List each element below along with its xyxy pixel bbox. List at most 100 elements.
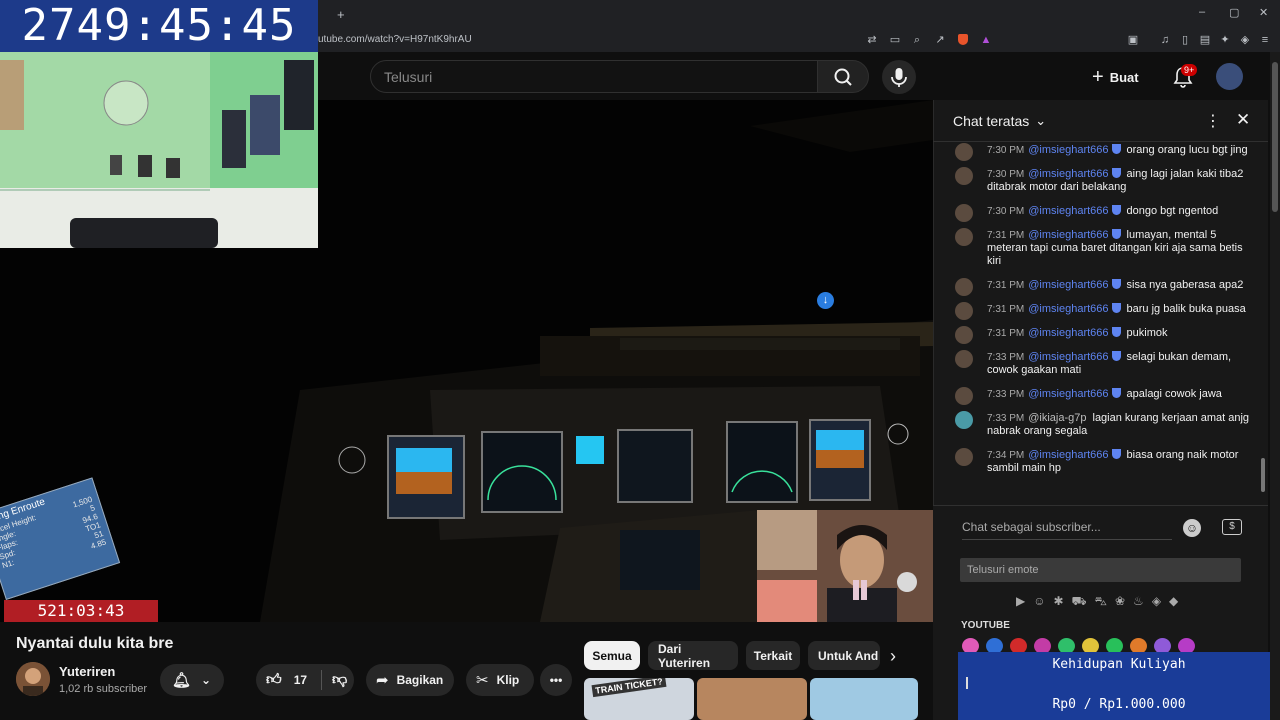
chip-all[interactable]: Semua bbox=[584, 641, 640, 670]
share-icon: ➦ bbox=[376, 672, 389, 689]
minimize-icon[interactable]: – bbox=[1199, 6, 1205, 18]
message-author[interactable]: @imsieghart666 bbox=[1028, 279, 1108, 291]
close-window-icon[interactable]: ✕ bbox=[1259, 6, 1268, 19]
search-placeholder: Telusuri bbox=[384, 69, 433, 85]
chip-for-you[interactable]: Untuk And bbox=[808, 641, 880, 670]
message-author[interactable]: @imsieghart666 bbox=[1028, 388, 1108, 400]
search-input[interactable] bbox=[370, 60, 818, 93]
subscriber-count: 1,02 rb subscriber bbox=[59, 683, 148, 695]
account-avatar[interactable] bbox=[1216, 63, 1243, 90]
scissors-icon: ✂ bbox=[476, 672, 489, 689]
chevron-right-icon[interactable]: › bbox=[890, 646, 896, 667]
donation-amount: Rp0 / Rp1.000.000 bbox=[1052, 697, 1186, 712]
url-field[interactable]: utube.com/watch?v=H97ntK9hrAU bbox=[318, 34, 472, 45]
share-page-icon[interactable]: ↗ bbox=[934, 34, 946, 46]
chat-scrollbar[interactable] bbox=[1260, 142, 1266, 504]
create-label: Buat bbox=[1109, 69, 1139, 85]
chat-avatar[interactable] bbox=[955, 387, 973, 405]
voice-search-button[interactable] bbox=[882, 60, 916, 94]
message-time: 7:34 PM bbox=[987, 450, 1025, 461]
message-author[interactable]: @imsieghart666 bbox=[1028, 229, 1108, 241]
message-author[interactable]: @imsieghart666 bbox=[1028, 327, 1108, 339]
thumbnail-2[interactable] bbox=[697, 678, 807, 720]
close-chat-icon[interactable]: ✕ bbox=[1236, 110, 1250, 130]
sidebar-icon[interactable]: ▯ bbox=[1179, 34, 1191, 46]
chip-related[interactable]: Terkait bbox=[746, 641, 800, 670]
verified-icon bbox=[1111, 144, 1121, 154]
menu-icon[interactable]: ≡ bbox=[1259, 34, 1271, 46]
message-author[interactable]: @imsieghart666 bbox=[1028, 168, 1108, 180]
channel-name[interactable]: Yuteriren bbox=[59, 664, 115, 679]
new-tab-button[interactable]: + bbox=[337, 7, 345, 22]
chat-avatar[interactable] bbox=[955, 350, 973, 368]
share-button[interactable]: ➦ Bagikan bbox=[366, 664, 454, 696]
message-author[interactable]: @ikiaja-g7p bbox=[1028, 412, 1086, 424]
message-time: 7:33 PM bbox=[987, 413, 1025, 424]
notification-badge: 9+ bbox=[1181, 64, 1198, 76]
info-key bbox=[4, 570, 7, 579]
wallet-icon[interactable]: ▤ bbox=[1199, 34, 1211, 46]
scroll-down-icon[interactable]: ↓ bbox=[817, 292, 834, 309]
ai-icon[interactable]: ✦ bbox=[1219, 34, 1231, 46]
chip-from-channel[interactable]: Dari Yuteriren bbox=[648, 641, 738, 670]
segment-timer: 521:03:43 bbox=[4, 600, 158, 622]
chat-mode-dropdown[interactable]: Chat teratas ⌄ bbox=[953, 113, 1046, 129]
chat-message-list[interactable]: 7:30 PM @imsieghart666 orang orang lucu bg… bbox=[947, 142, 1257, 504]
maximize-icon[interactable]: ▢ bbox=[1229, 6, 1239, 19]
clip-button[interactable]: ✂ Klip bbox=[466, 664, 534, 696]
message-author[interactable]: @imsieghart666 bbox=[1028, 144, 1108, 156]
chat-avatar[interactable] bbox=[955, 326, 973, 344]
clip-label: Klip bbox=[496, 673, 520, 687]
chat-avatar[interactable] bbox=[955, 167, 973, 185]
extension-triangle-icon[interactable]: ▲ bbox=[980, 34, 992, 46]
chat-message: 7:33 PM @imsieghart666 selagi bukan demam,… bbox=[947, 349, 1257, 379]
chat-title: Chat teratas bbox=[953, 113, 1030, 129]
chat-input[interactable]: Chat sebagai subscriber... bbox=[962, 520, 1101, 534]
message-author[interactable]: @imsieghart666 bbox=[1028, 303, 1108, 315]
create-button[interactable]: + Buat bbox=[1092, 64, 1152, 90]
chat-message: 7:34 PM @imsieghart666 biasa orang naik mo… bbox=[947, 447, 1257, 477]
message-author[interactable]: @imsieghart666 bbox=[1028, 351, 1108, 363]
message-text: lagian kurang kerjaan amat anjg nabrak o… bbox=[987, 412, 1250, 437]
zoom-icon[interactable]: ⌕ bbox=[911, 34, 923, 46]
chat-more-icon[interactable]: ⋮ bbox=[1205, 111, 1221, 131]
plus-icon: + bbox=[1092, 65, 1104, 88]
chat-avatar[interactable] bbox=[955, 143, 973, 161]
verified-icon bbox=[1111, 388, 1121, 398]
thumbnail-3[interactable] bbox=[810, 678, 918, 720]
chat-avatar[interactable] bbox=[955, 302, 973, 320]
verified-icon bbox=[1111, 168, 1121, 178]
notification-settings-button[interactable]: 🔔︎ ⌄ bbox=[160, 664, 224, 696]
message-text: baru jg balik buka puasa bbox=[1126, 303, 1246, 315]
super-chat-icon[interactable]: $ bbox=[1222, 519, 1242, 535]
chat-message: 7:31 PM @imsieghart666 sisa nya gaberasa a… bbox=[947, 277, 1257, 296]
emote-search-input[interactable]: Telusuri emote bbox=[960, 558, 1241, 582]
thumbnail-1[interactable]: TRAIN TICKET? bbox=[584, 678, 694, 720]
chat-avatar[interactable] bbox=[955, 448, 973, 466]
thumbs-down-icon[interactable]: 👎︎ bbox=[332, 671, 347, 689]
translate-icon[interactable]: ⇄ bbox=[866, 34, 878, 46]
chat-message: 7:33 PM @ikiaja-g7p lagian kurang kerjaan … bbox=[947, 410, 1257, 440]
vpn-icon[interactable]: ◈ bbox=[1239, 34, 1251, 46]
screenshot-icon[interactable]: ▣ bbox=[1127, 34, 1139, 46]
chat-avatar[interactable] bbox=[955, 278, 973, 296]
message-author[interactable]: @imsieghart666 bbox=[1028, 449, 1108, 461]
chevron-down-icon: ⌄ bbox=[1035, 113, 1047, 128]
chat-message: 7:30 PM @imsieghart666 aing lagi jalan kak… bbox=[947, 166, 1257, 196]
page-scrollbar[interactable] bbox=[1270, 52, 1280, 720]
channel-avatar[interactable] bbox=[16, 662, 50, 696]
chat-avatar[interactable] bbox=[955, 228, 973, 246]
search-button[interactable] bbox=[817, 60, 869, 93]
webcam-overlay: 2749:45:45 bbox=[0, 0, 318, 248]
chat-avatar[interactable] bbox=[955, 411, 973, 429]
emote-category-icons[interactable]: ▶☺✱⛟⛍❀♨◈◆ bbox=[1016, 594, 1186, 610]
like-button[interactable]: 👍︎ 17 👎︎ bbox=[256, 664, 354, 696]
emoji-icon[interactable]: ☺ bbox=[1183, 519, 1201, 537]
shield-ext-icon[interactable] bbox=[957, 34, 969, 46]
verified-icon bbox=[1111, 327, 1121, 337]
cast-icon[interactable]: ▭ bbox=[889, 34, 901, 46]
chat-avatar[interactable] bbox=[955, 204, 973, 222]
more-actions-button[interactable]: ••• bbox=[540, 664, 572, 696]
media-icon[interactable]: ♫ bbox=[1159, 34, 1171, 46]
message-author[interactable]: @imsieghart666 bbox=[1028, 205, 1108, 217]
